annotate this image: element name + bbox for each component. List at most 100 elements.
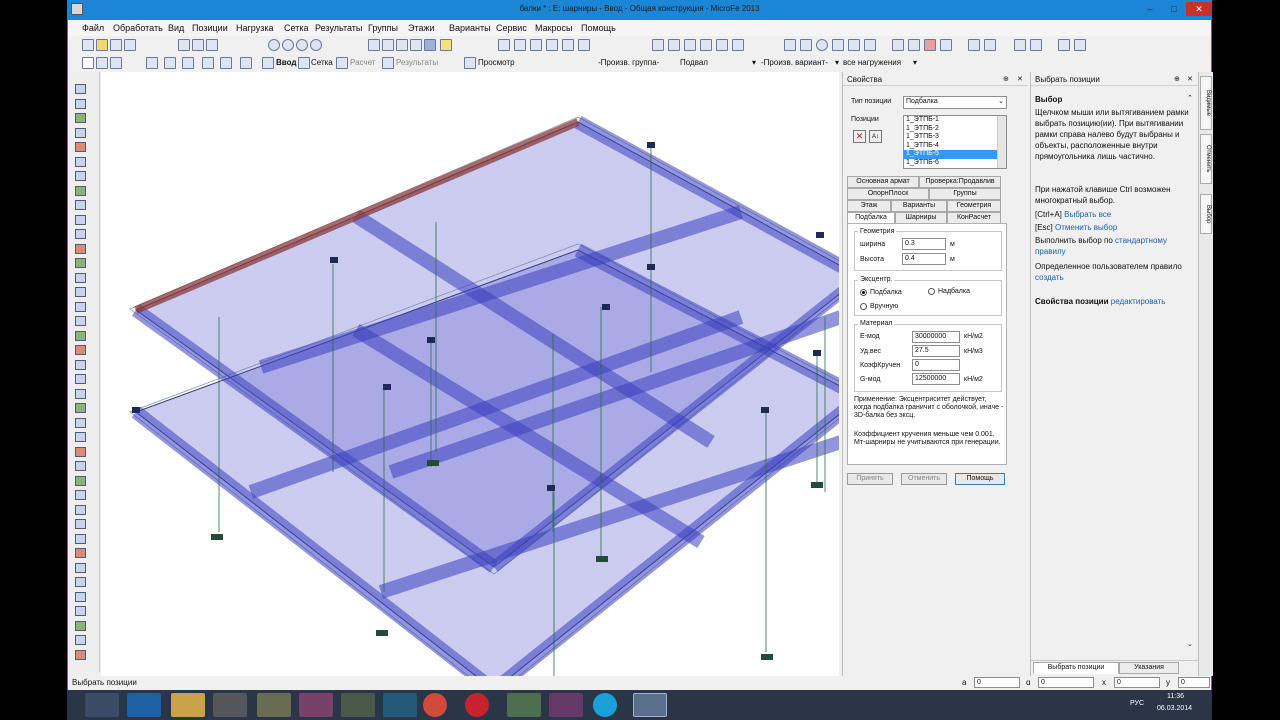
tool-icon[interactable] — [75, 113, 86, 123]
maximize-button[interactable]: □ — [1162, 2, 1186, 16]
menu-macros[interactable]: Макросы — [535, 23, 573, 33]
menu-variants[interactable]: Варианты — [449, 23, 491, 33]
preview-mode-button[interactable]: Просмотр — [478, 58, 515, 67]
explorer-icon[interactable] — [171, 693, 205, 717]
height-input[interactable]: 0.4 — [902, 253, 946, 265]
tool-icon[interactable] — [75, 316, 86, 326]
undo-icon[interactable] — [134, 39, 146, 51]
zoom-all-icon[interactable] — [310, 39, 322, 51]
tool-icon[interactable] — [75, 243, 86, 254]
layer6-icon[interactable] — [578, 39, 590, 51]
tool-icon[interactable] — [75, 533, 86, 544]
hatch-icon[interactable] — [848, 39, 860, 51]
tab-instructions[interactable]: Указания — [1119, 662, 1179, 674]
gmod-input[interactable]: 12500000 — [912, 373, 960, 385]
text-icon[interactable] — [832, 39, 844, 51]
emod-input[interactable]: 30000000 — [912, 331, 960, 343]
tool-icon[interactable] — [75, 635, 86, 645]
snap5-icon[interactable] — [716, 39, 728, 51]
window3-icon[interactable] — [1014, 39, 1026, 51]
menu-results[interactable]: Результаты — [315, 23, 362, 33]
line-icon[interactable] — [784, 39, 796, 51]
layer2-icon[interactable] — [514, 39, 526, 51]
select-close-icon[interactable]: ✕ — [1187, 75, 1193, 83]
app-icon-1[interactable] — [213, 693, 247, 717]
tool-icon[interactable] — [75, 200, 86, 210]
tool-icon[interactable] — [75, 475, 86, 486]
torsion-input[interactable]: 0 — [912, 359, 960, 371]
floor-select-arrow[interactable]: ▾ — [752, 58, 756, 67]
calc-mode-icon[interactable] — [336, 57, 348, 69]
pick3-icon[interactable] — [182, 57, 194, 69]
positions-list[interactable]: 1_ЭТПБ-1 1_ЭТПБ-2 1_ЭТПБ-3 1_ЭТПБ-4 1_ЭТ… — [903, 115, 1007, 169]
tab-support-planes[interactable]: ОпорнПлоск — [847, 188, 929, 200]
tab-groups[interactable]: Группы — [929, 188, 1001, 200]
tool-icon[interactable] — [75, 432, 86, 442]
menu-grid[interactable]: Сетка — [284, 23, 308, 33]
tool-icon[interactable] — [75, 403, 86, 413]
cancel-selection-link[interactable]: Отменить выбор — [1055, 223, 1117, 232]
table-icon[interactable] — [892, 39, 904, 51]
menu-process[interactable]: Обработать — [113, 23, 163, 33]
clock-date[interactable]: 06.03.2014 — [1157, 705, 1192, 712]
opera-icon[interactable] — [465, 693, 489, 717]
window4-icon[interactable] — [1030, 39, 1042, 51]
tab-variants[interactable]: Варианты — [891, 200, 947, 212]
microfe-task-icon[interactable] — [633, 693, 667, 717]
brush-icon[interactable] — [240, 57, 252, 69]
tool-icon[interactable] — [75, 127, 86, 138]
tab-punching-check[interactable]: Проверка:Продавлив — [919, 176, 1001, 188]
edit-props-link[interactable]: редактировать — [1111, 297, 1166, 306]
tool-icon[interactable] — [75, 490, 86, 500]
grid-mode-icon[interactable] — [298, 57, 310, 69]
cancel-button[interactable]: Отменить — [901, 473, 947, 485]
window-icon[interactable] — [968, 39, 980, 51]
list-item-selected[interactable]: 1_ЭТПБ-5 — [904, 150, 1006, 159]
tool-icon[interactable] — [75, 142, 86, 152]
light-icon[interactable] — [440, 39, 452, 51]
menu-view[interactable]: Вид — [168, 23, 184, 33]
menu-help[interactable]: Помощь — [581, 23, 616, 33]
tool-icon[interactable] — [75, 84, 86, 94]
menu-floors[interactable]: Этажи — [408, 23, 435, 33]
menu-groups[interactable]: Группы — [368, 23, 398, 33]
app-icon-7[interactable] — [549, 693, 583, 717]
view-top-icon[interactable] — [382, 39, 394, 51]
load-select[interactable]: все нагружения — [843, 58, 901, 67]
snap4-icon[interactable] — [700, 39, 712, 51]
snap2-icon[interactable] — [668, 39, 680, 51]
window5-icon[interactable] — [1058, 39, 1070, 51]
tool-icon[interactable] — [75, 287, 86, 297]
structure-3d-view[interactable] — [101, 72, 839, 676]
status-field-x[interactable]: 0 — [1114, 677, 1160, 688]
view-front-icon[interactable] — [396, 39, 408, 51]
tool-icon[interactable] — [75, 156, 86, 167]
snap3-icon[interactable] — [684, 39, 696, 51]
polyline-icon[interactable] — [800, 39, 812, 51]
width-input[interactable]: 0.3 — [902, 238, 946, 250]
layer5-icon[interactable] — [562, 39, 574, 51]
tool-icon[interactable] — [75, 345, 86, 355]
floor-select[interactable]: Подвал — [680, 58, 708, 67]
tool-icon[interactable] — [75, 98, 86, 109]
tool-icon[interactable] — [75, 417, 86, 428]
preview-mode-icon[interactable] — [464, 57, 476, 69]
tool-icon[interactable] — [75, 577, 86, 587]
chrome-icon[interactable] — [423, 693, 447, 717]
tool-icon[interactable] — [75, 229, 86, 239]
new-icon[interactable] — [82, 39, 94, 51]
pick2-icon[interactable] — [164, 57, 176, 69]
tool-icon[interactable] — [75, 258, 86, 268]
app-icon-6[interactable] — [507, 693, 541, 717]
status-field-a[interactable]: 0 — [974, 677, 1020, 688]
tool-icon[interactable] — [75, 374, 86, 384]
view-side-icon[interactable] — [410, 39, 422, 51]
position-type-select[interactable]: Подбалка ⌄ — [903, 96, 1007, 109]
accept-button[interactable]: Принять — [847, 473, 893, 485]
list-item[interactable]: 1_ЭТПБ-2 — [904, 125, 1006, 134]
status-field-y[interactable]: 0 — [1178, 677, 1210, 688]
group-select[interactable]: -Произв. группа- — [598, 58, 659, 67]
side-tab-cancel[interactable]: Отменить — [1200, 134, 1212, 184]
window2-icon[interactable] — [984, 39, 996, 51]
copy-icon[interactable] — [192, 39, 204, 51]
